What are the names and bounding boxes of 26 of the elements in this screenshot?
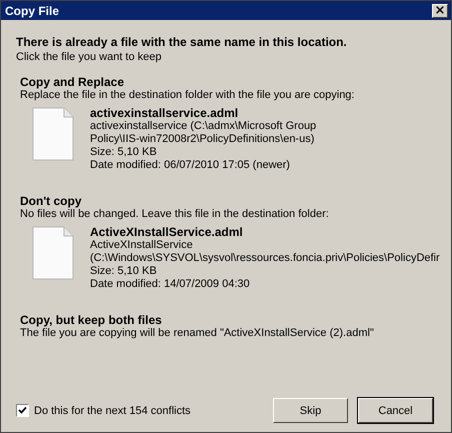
file-name: activexinstallservice.adml bbox=[90, 107, 238, 120]
dialog-button[interactable]: Skip bbox=[273, 398, 348, 423]
file-detail: Date modified: 06/07/2010 17:05 (newer) bbox=[90, 159, 290, 172]
dialog-button[interactable]: Cancel bbox=[358, 398, 433, 423]
option-title: Copy and Replace bbox=[20, 75, 126, 89]
dialog-heading: There is already a file with the same name in this location. bbox=[16, 35, 348, 49]
document-icon bbox=[32, 107, 74, 161]
option-title: Don't copy bbox=[20, 194, 83, 208]
checkbox[interactable] bbox=[16, 404, 29, 417]
checkbox-label: Do this for the next 154 conflicts bbox=[34, 404, 191, 416]
dialog-instruction: Click the file you want to keep bbox=[16, 51, 163, 63]
choice-option[interactable]: Copy, but keep both files The file you are copying will be renamed "ActiveXInstallService (2).adml" bbox=[16, 309, 451, 343]
file-name: ActiveXInstallService.adml bbox=[90, 226, 243, 239]
file-detail: ActiveXInstallService bbox=[90, 239, 193, 252]
option-description: Replace the file in the destination folder with the file you are copying: bbox=[20, 89, 356, 101]
option-description: No files will be changed. Leave this file in the destination folder: bbox=[20, 208, 330, 220]
file-detail: Date modified: 14/07/2009 04:30 bbox=[90, 278, 250, 291]
file-detail: Size: 5,10 KB bbox=[90, 265, 157, 278]
option-title: Copy, but keep both files bbox=[20, 313, 163, 327]
file-detail: activexinstallservice (C:\admx\Microsoft Group Policy\IIS-win72008r2\PolicyDefinitions\en-us) bbox=[90, 120, 318, 146]
document-icon bbox=[32, 226, 74, 280]
option-description: The file you are copying will be renamed "ActiveXInstallService (2).adml" bbox=[20, 327, 375, 339]
file-detail: (C:\Windows\SYSVOL\sysvol\ressources.foncia.priv\Policies\PolicyDefir bbox=[90, 252, 440, 265]
file-detail: Size: 5,10 KB bbox=[90, 146, 157, 159]
close-button[interactable]: × bbox=[432, 4, 448, 18]
window-title: Copy File bbox=[5, 4, 60, 18]
